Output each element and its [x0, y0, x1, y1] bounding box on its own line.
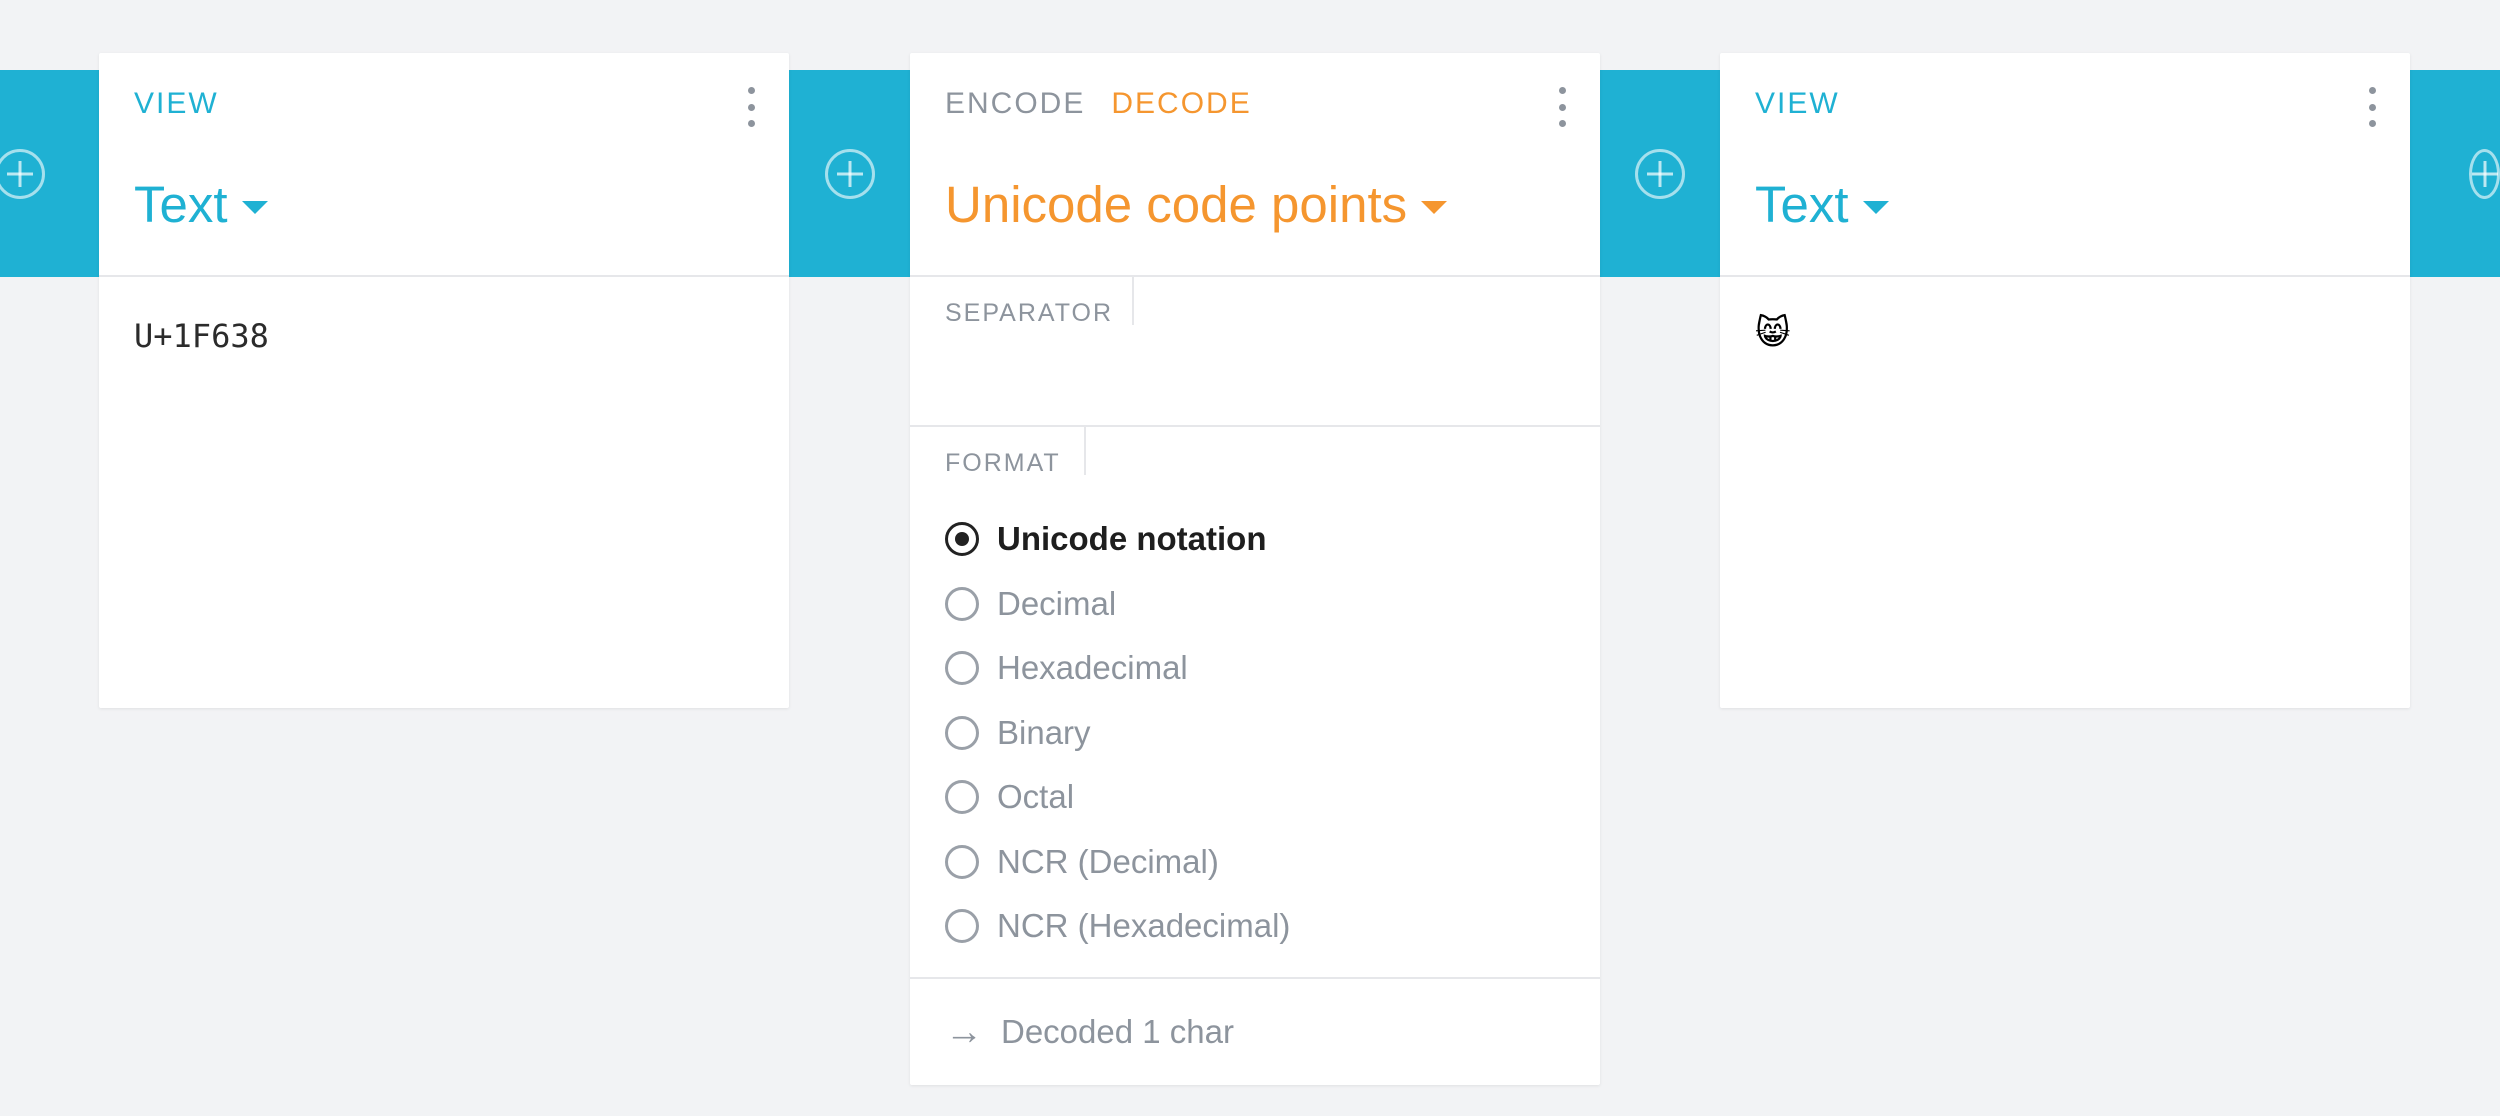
add-bricks-strip-left — [0, 70, 99, 277]
brick-status: → Decoded 1 char — [910, 979, 1600, 1085]
add-bricks-strip-right — [2409, 70, 2500, 277]
text-content[interactable]: 😸 — [1755, 313, 1790, 353]
format-label: Text — [1755, 176, 1849, 233]
tab-view[interactable]: VIEW — [1755, 87, 1840, 121]
radio-octal[interactable]: Octal — [945, 765, 1290, 830]
format-selector[interactable]: Text — [1755, 175, 1889, 234]
pipeline-canvas: VIEW Text U+1F638 ENCODE DECODE Unicode … — [0, 0, 2500, 1116]
radio-decimal[interactable]: Decimal — [945, 572, 1290, 637]
radio-checked-icon — [945, 522, 979, 557]
label-divider — [1132, 277, 1134, 325]
encoder-selector[interactable]: Unicode code points — [945, 175, 1448, 234]
tab-view[interactable]: VIEW — [134, 87, 219, 121]
tab-encode[interactable]: ENCODE — [945, 87, 1085, 121]
add-brick-button[interactable] — [1634, 148, 1685, 199]
vertical-dots-icon[interactable] — [741, 87, 761, 127]
status-message: Decoded 1 char — [1001, 1013, 1234, 1050]
radio-label: Binary — [997, 713, 1091, 751]
separator-input[interactable] — [945, 347, 1565, 409]
add-brick-button[interactable] — [824, 148, 875, 199]
add-bricks-strip-1 — [789, 70, 910, 277]
encoder-brick: ENCODE DECODE Unicode code points SEPARA… — [910, 53, 1600, 1085]
radio-unchecked-icon — [945, 651, 979, 686]
radio-label: Decimal — [997, 584, 1117, 622]
separator-label: SEPARATOR — [945, 299, 1114, 327]
radio-unchecked-icon — [945, 844, 979, 879]
format-selector[interactable]: Text — [134, 175, 268, 234]
radio-label: Octal — [997, 778, 1075, 816]
encoder-label: Unicode code points — [945, 176, 1408, 233]
caret-down-icon — [1862, 201, 1889, 214]
vertical-dots-icon[interactable] — [1552, 87, 1572, 127]
caret-down-icon — [241, 201, 268, 214]
radio-ncr-decimal[interactable]: NCR (Decimal) — [945, 830, 1290, 895]
radio-label: NCR (Decimal) — [997, 842, 1219, 880]
brick-header: VIEW Text — [1720, 53, 2410, 277]
add-brick-button[interactable] — [2469, 148, 2500, 199]
radio-binary[interactable]: Binary — [945, 701, 1290, 766]
brick-header: ENCODE DECODE Unicode code points — [910, 53, 1600, 277]
radio-unchecked-icon — [945, 715, 979, 750]
brick-header: VIEW Text — [99, 53, 789, 277]
radio-unchecked-icon — [945, 586, 979, 621]
radio-unchecked-icon — [945, 780, 979, 815]
radio-ncr-hexadecimal[interactable]: NCR (Hexadecimal) — [945, 894, 1290, 959]
format-label: FORMAT — [945, 449, 1061, 477]
text-content[interactable]: U+1F638 — [134, 317, 269, 355]
caret-down-icon — [1421, 201, 1448, 214]
add-brick-button[interactable] — [0, 148, 45, 199]
radio-hexadecimal[interactable]: Hexadecimal — [945, 636, 1290, 701]
format-radio-group: Unicode notation Decimal Hexadecimal Bin… — [945, 507, 1290, 959]
vertical-dots-icon[interactable] — [2362, 87, 2382, 127]
label-divider — [1084, 427, 1086, 475]
add-bricks-strip-2 — [1599, 70, 1720, 277]
view-brick-input: VIEW Text U+1F638 — [99, 53, 789, 708]
format-setting: FORMAT Unicode notation Decimal Hexadeci… — [910, 427, 1600, 979]
radio-unicode-notation[interactable]: Unicode notation — [945, 507, 1290, 572]
separator-setting: SEPARATOR — [910, 277, 1600, 427]
tab-decode[interactable]: DECODE — [1111, 87, 1251, 121]
format-label: Text — [134, 176, 228, 233]
arrow-right-icon: → — [945, 1011, 983, 1053]
radio-unchecked-icon — [945, 909, 979, 944]
radio-label: NCR (Hexadecimal) — [997, 907, 1291, 945]
view-brick-output: VIEW Text 😸 — [1720, 53, 2410, 708]
radio-label: Unicode notation — [997, 520, 1267, 558]
radio-label: Hexadecimal — [997, 649, 1188, 687]
